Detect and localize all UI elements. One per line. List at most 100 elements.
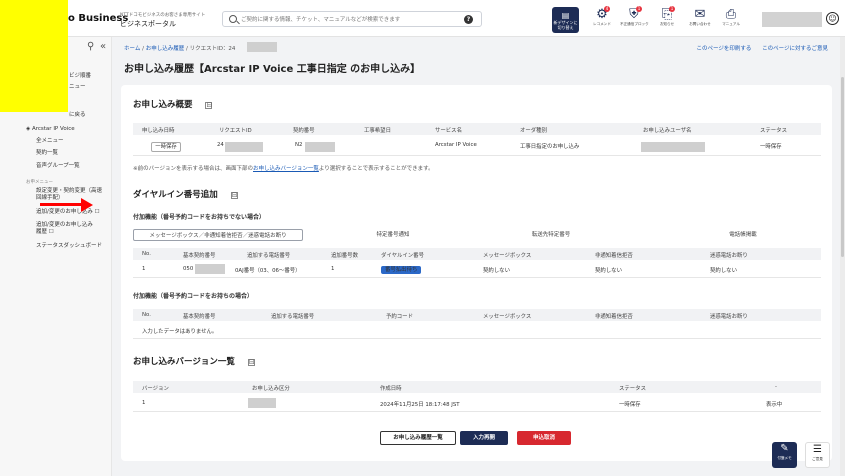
user-icon[interactable]: ☺ [826,12,839,25]
redacted-value [248,398,276,408]
user-name-redacted[interactable] [762,12,822,27]
service-name: Arcstar IP Voice [435,142,477,148]
status-badge: 一時保存 [151,142,181,152]
gear-icon: ⚙ [596,7,608,22]
search-icon[interactable] [229,15,237,23]
version-row[interactable]: 1 2024年11月25日 18:17:48 JST 一時保存 表示中 [133,395,821,412]
help-icon[interactable]: ? [464,15,473,24]
collapse-icon[interactable]: ⊟ [205,102,213,109]
overview-title: お申し込み概要 [133,100,193,110]
col-header: メッセージボックス [483,314,532,320]
search-input[interactable] [241,14,451,25]
feature-tabs: メッセージボックス／非通知着信拒否／迷惑電話お断り 特定番号通知 転送先特定番号… [133,229,821,241]
order-type: 工事日指定のお申し込み [520,144,580,150]
collapse-icon[interactable]: ⊟ [247,359,255,366]
version-note-post: より選択することで表示することができます。 [318,166,434,172]
request-id: 24 [217,142,224,148]
feedback-link[interactable]: このページに対するご意見 [762,46,828,52]
scrollbar[interactable] [840,37,845,476]
collapse-icon[interactable]: ⊟ [230,192,238,199]
notice-button[interactable]: ⎘ 1 お知らせ [653,6,681,35]
col-header: 非通知着信拒否 [595,253,633,259]
redacted-value [225,142,263,152]
sidebar-menu-all[interactable]: 全メニュー [36,138,64,145]
tab-msgbox[interactable]: メッセージボックス／非通知着信拒否／迷惑電話お断り [133,229,303,241]
col-header: 非通知着信拒否 [595,314,633,320]
print-link[interactable]: このページを印刷する [696,46,751,52]
dialin-row: 1 050 0AJ番号（03、06～番号） 1 番号払出待ち 契約しない 契約し… [133,261,821,278]
manual-button[interactable]: ⎙ マニュアル [717,7,745,35]
row-no: 1 [142,266,146,272]
fraud-block-button[interactable]: ⛨ 1 不正通信ブロック [620,6,649,35]
breadcrumb-history[interactable]: お申し込み履歴 [146,46,185,52]
redacted-value [305,142,335,152]
sidebar-service[interactable]: ◈ Arcstar IP Voice [26,126,75,133]
dialin-subtitle-2: 付加機能（番号予約コードをお持ちの場合） [133,293,254,300]
switch-icon: ▤ [561,11,570,20]
tab-specific-number[interactable]: 特定番号通知 [343,229,443,241]
sidebar-item-1[interactable]: ニュー [69,84,86,91]
new-design-button[interactable]: ▤ 新デザインに切り替え [552,7,579,33]
version-date: 2024年11月25日 18:17:48 JST [380,402,460,408]
overview-section-title: お申し込み概要 ⊟ [133,98,213,110]
version-viewing: 表示中 [766,402,783,408]
breadcrumb-home[interactable]: ホーム [124,46,140,52]
scrollbar-thumb[interactable] [841,77,844,257]
sidebar-search-icon[interactable]: ⚲ [87,41,94,52]
col-header: お申し込みユーザ名 [643,128,692,134]
col-header: ステータス [760,128,787,134]
version-number: 1 [142,400,146,406]
manual-label: マニュアル [722,22,740,26]
dialin-table-header: No. 基本契約番号 追加する電話番号 追加番号数 ダイヤルイン番号 メッセージ… [133,248,821,260]
mail-icon: ✉ [694,7,706,22]
contact-button[interactable]: ✉ お問い合わせ [686,7,714,35]
tab-forward-number[interactable]: 転送先特定番号 [501,229,601,241]
notice-icon: ⎘ [661,7,673,22]
col-header: サービス名 [435,128,462,134]
col-header: No. [142,251,151,257]
sidebar-link-history[interactable]: 追加/変更のお申し込み履歴 ☐ [36,222,98,236]
breadcrumb-id-redacted [247,42,277,52]
tab-phonebook[interactable]: 電話帳掲載 [693,229,793,241]
search-box[interactable]: ? [222,11,482,27]
sidebar-menu-contracts[interactable]: 契約一覧 [36,150,58,157]
page-links: このページを印刷する このページに対するご意見 [687,44,828,52]
col-header: お申し込み区分 [252,386,290,392]
red-arrow-annotation [40,197,93,212]
feedback-button[interactable]: ☰ ご意見 [805,442,830,468]
version-list-link[interactable]: お申し込みバージョン一覧 [253,166,319,172]
col-header: リクエストID [219,128,252,134]
memo-label: 付箋メモ [777,456,792,460]
notice-badge: 1 [669,6,675,12]
sidebar-link-change[interactable]: 設定変更・契約変更（高速回線手配） [36,188,106,202]
resume-input-button[interactable]: 入力再開 [460,431,508,445]
sidebar-link-apply[interactable]: 追加/変更のお申し込み ☐ [36,209,108,216]
sidebar-item-0[interactable]: ビジ順番 [69,73,91,80]
overview-table-header: 申し込み日時 リクエストID 契約番号 工事希望日 サービス名 オーダ種別 お申… [133,123,821,135]
recommend-label: レコメンド [593,22,611,26]
reject-value: 契約しない [595,268,622,274]
memo-button[interactable]: ✎ 付箋メモ [772,442,797,468]
recommend-button[interactable]: ⚙ 4 レコメンド [588,6,616,35]
col-header: メッセージボックス [483,253,532,259]
cancel-application-button[interactable]: 申込取消 [517,431,571,445]
col-header: バージョン [142,386,169,392]
sidebar-menu-voice-groups[interactable]: 音声グループ一覧 [36,163,80,170]
portal-title[interactable]: NTTドコモビジネスのお客さま専用サイト ビジネスポータル [120,11,205,29]
col-header: - [775,384,777,390]
version-note: ※前のバージョンを表示する場合は、画面下部のお申し込みバージョン一覧より選択する… [133,164,434,172]
sidebar-section-label: お申メニュー [26,180,53,185]
contract-number: N2 [295,142,303,148]
collapse-sidebar-icon[interactable]: « [100,41,106,52]
col-header: ダイヤルイン番号 [381,253,424,259]
manual-icon: ⎙ [725,7,737,22]
history-list-button[interactable]: お申し込み履歴一覧 [380,431,456,445]
col-header: 基本契約番号 [183,314,216,320]
col-header: 追加番号数 [331,253,358,259]
empty-message: 入力したデータはありません。 [142,329,218,335]
feedback-label: ご意見 [812,457,823,461]
sidebar-link-dashboard[interactable]: ステータスダッシュボード [36,243,102,250]
sidebar-back-link[interactable]: に戻る [69,112,86,119]
contact-label: お問い合わせ [689,22,711,26]
logo-redaction [0,0,68,112]
